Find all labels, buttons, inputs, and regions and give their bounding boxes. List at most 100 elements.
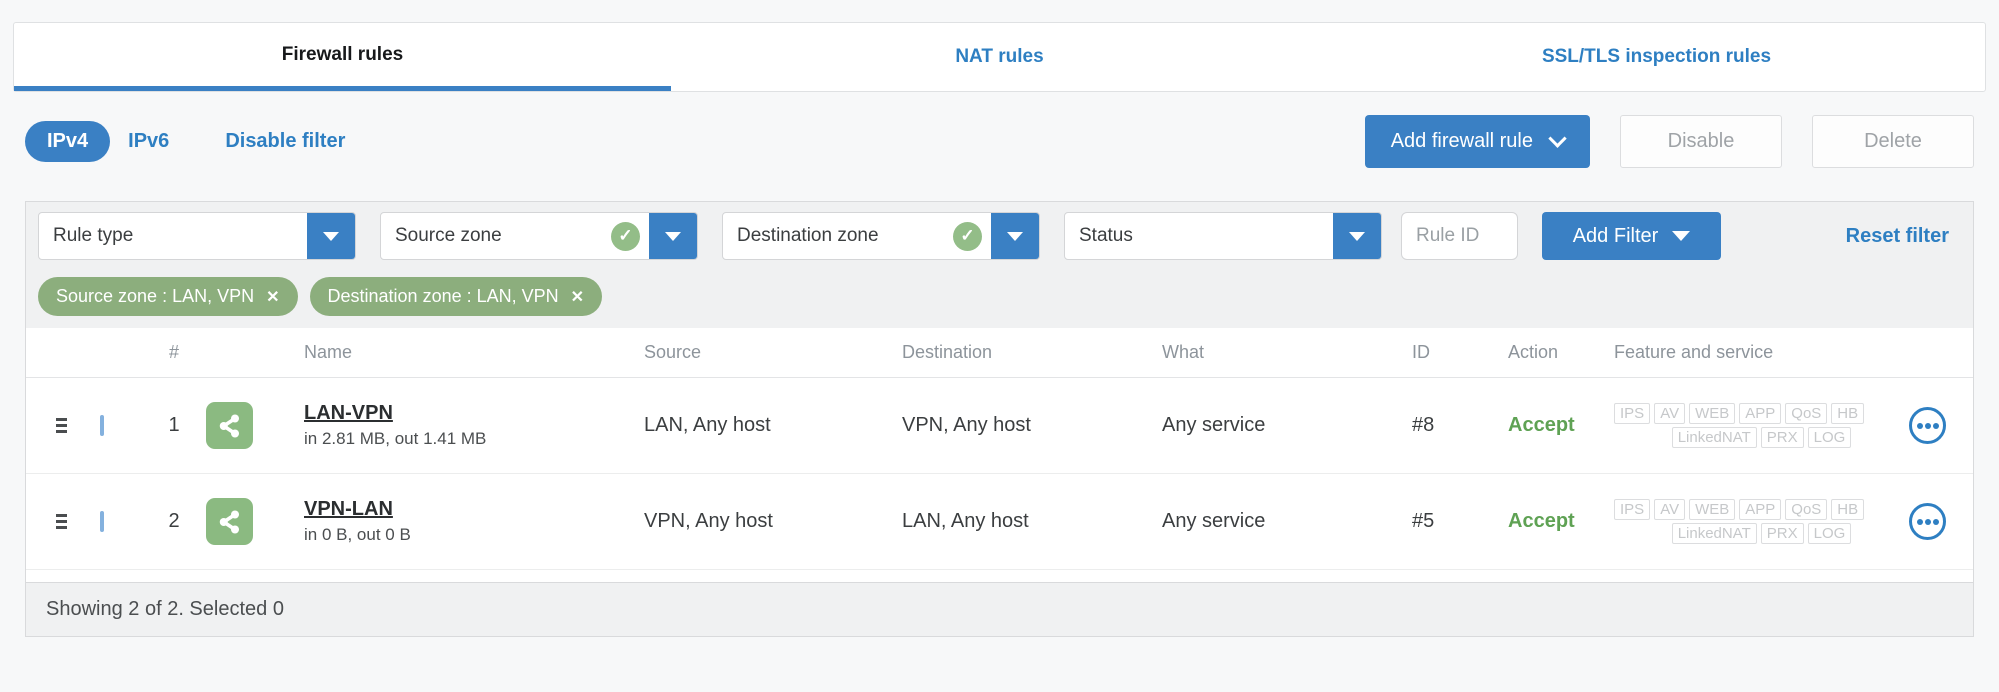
filter-chip-label: Destination zone : LAN, VPN — [327, 286, 559, 306]
disable-button[interactable]: Disable — [1620, 115, 1782, 168]
destination-cell: VPN, Any host — [902, 414, 1031, 436]
network-rule-icon — [206, 402, 253, 449]
feature-badge: QoS — [1785, 499, 1828, 520]
active-filter-chips: Source zone : LAN, VPN ✕ Destination zon… — [38, 277, 1961, 316]
header-destination: Destination — [902, 342, 993, 362]
destination-zone-select-label: Destination zone — [737, 225, 879, 246]
feature-badge: HB — [1831, 403, 1865, 424]
feature-badge: LOG — [1807, 523, 1852, 544]
source-zone-select[interactable]: Source zone ✓ — [380, 212, 698, 260]
source-zone-dropdown-button[interactable] — [649, 213, 697, 259]
feature-badge: LinkedNAT — [1671, 427, 1757, 448]
header-source: Source — [644, 342, 702, 362]
source-cell: LAN, Any host — [644, 414, 771, 436]
feature-badge: AV — [1654, 403, 1686, 424]
drag-handle[interactable] — [56, 514, 67, 529]
rule-index: 1 — [168, 414, 180, 436]
feature-badge: PRX — [1760, 523, 1804, 544]
destination-zone-dropdown-button[interactable] — [991, 213, 1039, 259]
status-select-label: Status — [1079, 225, 1133, 246]
more-options-icon[interactable] — [1909, 407, 1946, 444]
tab-nat-rules[interactable]: NAT rules — [671, 23, 1328, 91]
source-zone-select-label: Source zone — [395, 225, 502, 246]
rule-type-dropdown-button[interactable] — [307, 213, 355, 259]
check-circle-icon: ✓ — [953, 221, 982, 251]
tab-ssl-tls-inspection-rules[interactable]: SSL/TLS inspection rules — [1328, 23, 1985, 91]
firewall-rule-row: 1 LAN-VPN in 2.81 MB, out 1.41 MB LAN, A… — [26, 378, 1973, 474]
header-feature-service: Feature and service — [1614, 342, 1774, 362]
feature-badge: HB — [1831, 499, 1865, 520]
rule-type-select[interactable]: Rule type — [38, 212, 356, 260]
check-circle-icon: ✓ — [611, 221, 640, 251]
toolbar: IPv4 IPv6 Disable filter Add firewall ru… — [25, 114, 1974, 169]
header-id: ID — [1412, 342, 1430, 362]
add-filter-label: Add Filter — [1572, 224, 1659, 247]
row-checkbox[interactable] — [100, 510, 104, 532]
rule-name-link[interactable]: LAN-VPN — [304, 402, 393, 425]
caret-down-icon — [323, 231, 339, 241]
feature-badge: APP — [1739, 499, 1782, 520]
row-checkbox[interactable] — [100, 414, 104, 436]
share-icon — [219, 510, 239, 533]
delete-button[interactable]: Delete — [1812, 115, 1974, 168]
feature-badge: IPS — [1614, 403, 1651, 424]
table-header: # Name Source Destination What ID Action… — [26, 328, 1973, 378]
add-firewall-rule-button[interactable]: Add firewall rule — [1364, 115, 1590, 168]
status-select[interactable]: Status — [1064, 212, 1382, 260]
ipv4-toggle[interactable]: IPv4 — [25, 121, 111, 162]
what-cell: Any service — [1162, 510, 1266, 532]
remove-filter-icon[interactable]: ✕ — [266, 287, 279, 307]
more-options-icon[interactable] — [1909, 503, 1946, 540]
add-filter-button[interactable]: Add Filter — [1542, 212, 1721, 260]
add-firewall-rule-label: Add firewall rule — [1390, 130, 1533, 152]
firewall-rules-card: Rule type Source zone ✓ Destination zone… — [25, 201, 1974, 637]
table-spacer — [26, 570, 1973, 582]
caret-down-icon — [1672, 231, 1691, 241]
caret-down-icon — [665, 231, 681, 241]
feature-badge: IPS — [1614, 499, 1651, 520]
rule-id-input[interactable] — [1401, 212, 1518, 260]
caret-down-icon — [1349, 231, 1365, 241]
ipv6-toggle[interactable]: IPv6 — [128, 130, 169, 153]
share-icon — [219, 414, 239, 437]
filter-chip-label: Source zone : LAN, VPN — [56, 286, 255, 306]
toolbar-actions: Add firewall rule Disable Delete — [1364, 115, 1974, 168]
feature-badge: APP — [1739, 403, 1782, 424]
disable-filter-link[interactable]: Disable filter — [225, 130, 345, 153]
feature-badge: AV — [1654, 499, 1686, 520]
status-dropdown-button[interactable] — [1333, 213, 1381, 259]
network-rule-icon — [206, 498, 253, 545]
feature-badges: IPS AV WEB APP QoS HB LinkedNAT PRX LOG — [1614, 499, 1909, 544]
header-what: What — [1162, 342, 1205, 362]
header-index: # — [168, 342, 179, 362]
rule-type-select-label: Rule type — [53, 225, 134, 246]
rule-name-link[interactable]: VPN-LAN — [304, 498, 393, 521]
tab-firewall-rules[interactable]: Firewall rules — [14, 23, 671, 91]
page: Firewall rules NAT rules SSL/TLS inspect… — [0, 22, 1999, 637]
feature-badge: WEB — [1689, 499, 1736, 520]
remove-filter-icon[interactable]: ✕ — [571, 287, 584, 307]
caret-down-icon — [1007, 231, 1023, 241]
rule-id-cell: #8 — [1412, 414, 1435, 436]
feature-badge: LinkedNAT — [1671, 523, 1757, 544]
what-cell: Any service — [1162, 414, 1266, 436]
action-status: Accept — [1508, 510, 1575, 532]
destination-cell: LAN, Any host — [902, 510, 1029, 532]
destination-zone-select[interactable]: Destination zone ✓ — [722, 212, 1040, 260]
rule-index: 2 — [168, 510, 180, 532]
filter-panel: Rule type Source zone ✓ Destination zone… — [26, 202, 1973, 328]
feature-badge: PRX — [1760, 427, 1804, 448]
filter-chip-source-zone: Source zone : LAN, VPN ✕ — [38, 277, 298, 316]
ip-version-toggle-group: IPv4 IPv6 Disable filter — [25, 121, 345, 162]
rule-id-cell: #5 — [1412, 510, 1435, 532]
drag-handle[interactable] — [56, 418, 67, 433]
filter-row: Rule type Source zone ✓ Destination zone… — [38, 212, 1961, 260]
showing-status-text: Showing 2 of 2. Selected 0 — [46, 598, 284, 620]
firewall-rule-row: 2 VPN-LAN in 0 B, out 0 B VPN, Any host — [26, 474, 1973, 570]
source-cell: VPN, Any host — [644, 510, 773, 532]
reset-filter-link[interactable]: Reset filter — [1846, 225, 1949, 248]
feature-badges: IPS AV WEB APP QoS HB LinkedNAT PRX LOG — [1614, 403, 1909, 448]
chevron-down-icon — [1548, 129, 1567, 148]
action-status: Accept — [1508, 414, 1575, 436]
tab-bar: Firewall rules NAT rules SSL/TLS inspect… — [13, 22, 1986, 92]
